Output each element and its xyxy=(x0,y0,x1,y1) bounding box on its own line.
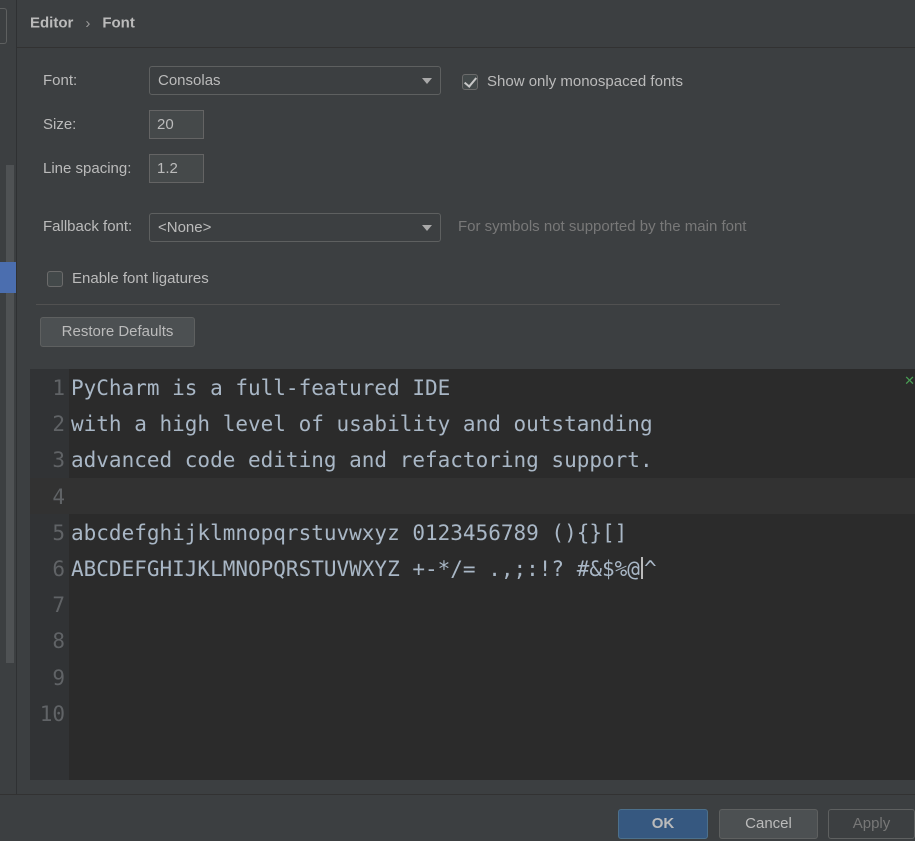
apply-button[interactable]: Apply xyxy=(828,809,915,839)
size-label: Size: xyxy=(43,116,77,133)
line-number: 10 xyxy=(39,702,65,726)
breadcrumb-separator-icon: › xyxy=(85,14,91,32)
restore-defaults-button[interactable]: Restore Defaults xyxy=(40,317,195,347)
header-divider xyxy=(17,47,915,48)
line-number: 5 xyxy=(52,521,65,545)
panel-divider xyxy=(16,0,17,795)
fallback-font-label: Fallback font: xyxy=(43,218,133,235)
checkmark-icon xyxy=(463,74,478,88)
fallback-hint: For symbols not supported by the main fo… xyxy=(458,218,747,235)
line-number: 7 xyxy=(52,593,65,617)
line-number: 3 xyxy=(52,448,65,472)
tree-scrollbar[interactable] xyxy=(6,165,14,663)
text-caret xyxy=(640,557,643,579)
breadcrumb-current: Font xyxy=(102,14,135,32)
preview-line-6-tail: ^ xyxy=(643,557,657,581)
preview-line: abcdefghijklmnopqrstuvwxyz 0123456789 ()… xyxy=(71,521,628,545)
font-label: Font: xyxy=(43,72,78,89)
line-number: 6 xyxy=(52,557,65,581)
ok-button[interactable]: OK xyxy=(618,809,708,839)
chevron-down-icon xyxy=(422,78,432,84)
breadcrumb-parent[interactable]: Editor xyxy=(30,15,73,32)
font-combo[interactable]: Consolas xyxy=(149,66,441,95)
ligatures-label[interactable]: Enable font ligatures xyxy=(72,270,209,287)
line-number: 9 xyxy=(52,666,65,690)
line-number: 4 xyxy=(52,485,65,509)
footer-divider xyxy=(0,794,915,795)
fallback-font-combo[interactable]: <None> xyxy=(149,213,441,242)
chevron-down-icon xyxy=(422,225,432,231)
preview-line-6-text: ABCDEFGHIJKLMNOPQRSTUVWXYZ +-*/= .,;:!? … xyxy=(71,557,640,581)
inspection-ok-icon[interactable]: ✕ xyxy=(904,374,915,389)
line-spacing-label: Line spacing: xyxy=(43,160,132,177)
line-number: 2 xyxy=(52,412,65,436)
preview-line: advanced code editing and refactoring su… xyxy=(71,448,653,472)
preview-line-6: ABCDEFGHIJKLMNOPQRSTUVWXYZ +-*/= .,;:!? … xyxy=(71,557,657,581)
line-number: 1 xyxy=(52,376,65,400)
breadcrumb: Editor › Font xyxy=(30,14,135,32)
size-field[interactable]: 20 xyxy=(149,110,204,139)
ligatures-checkbox[interactable] xyxy=(47,271,63,287)
section-separator xyxy=(36,304,780,305)
settings-tree-strip xyxy=(0,0,16,795)
collapse-tab[interactable] xyxy=(0,8,7,44)
font-combo-value: Consolas xyxy=(158,72,221,89)
show-mono-label[interactable]: Show only monospaced fonts xyxy=(487,73,683,90)
fallback-combo-value: <None> xyxy=(158,219,212,236)
line-number: 8 xyxy=(52,629,65,653)
tree-selected-item[interactable] xyxy=(0,262,16,293)
preview-line: PyCharm is a full-featured IDE xyxy=(71,376,451,400)
font-preview-editor[interactable]: ✕ 1 2 3 4 5 6 7 8 9 10 PyCharm is a full… xyxy=(30,369,915,780)
line-spacing-field[interactable]: 1.2 xyxy=(149,154,204,183)
preview-line: with a high level of usability and outst… xyxy=(71,412,653,436)
current-line-highlight xyxy=(30,478,915,514)
cancel-button[interactable]: Cancel xyxy=(719,809,818,839)
show-mono-checkbox[interactable] xyxy=(462,74,478,90)
